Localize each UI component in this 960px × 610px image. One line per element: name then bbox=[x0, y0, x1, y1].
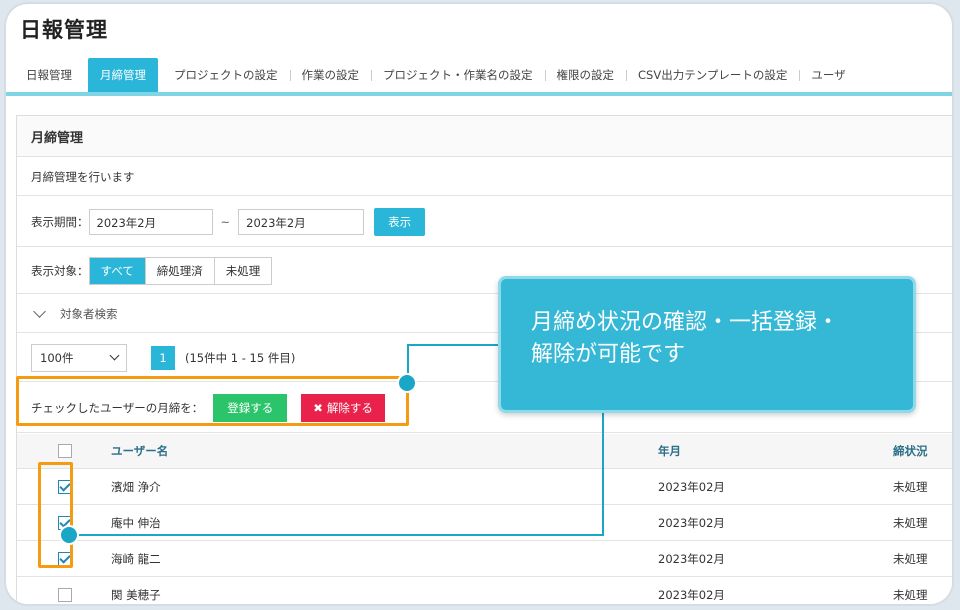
annotation-dot bbox=[397, 373, 417, 393]
app-window: 日報管理 日報管理 月締管理 プロジェクトの設定 作業の設定 プロジェクト・作業… bbox=[6, 4, 952, 604]
callout-box: 月締め状況の確認・一括登録・ 解除が可能です bbox=[498, 276, 916, 413]
annotation-dot bbox=[59, 525, 79, 545]
callout-line-2: 解除が可能です bbox=[531, 342, 686, 367]
callout-line-1: 月締め状況の確認・一括登録・ bbox=[531, 310, 840, 335]
